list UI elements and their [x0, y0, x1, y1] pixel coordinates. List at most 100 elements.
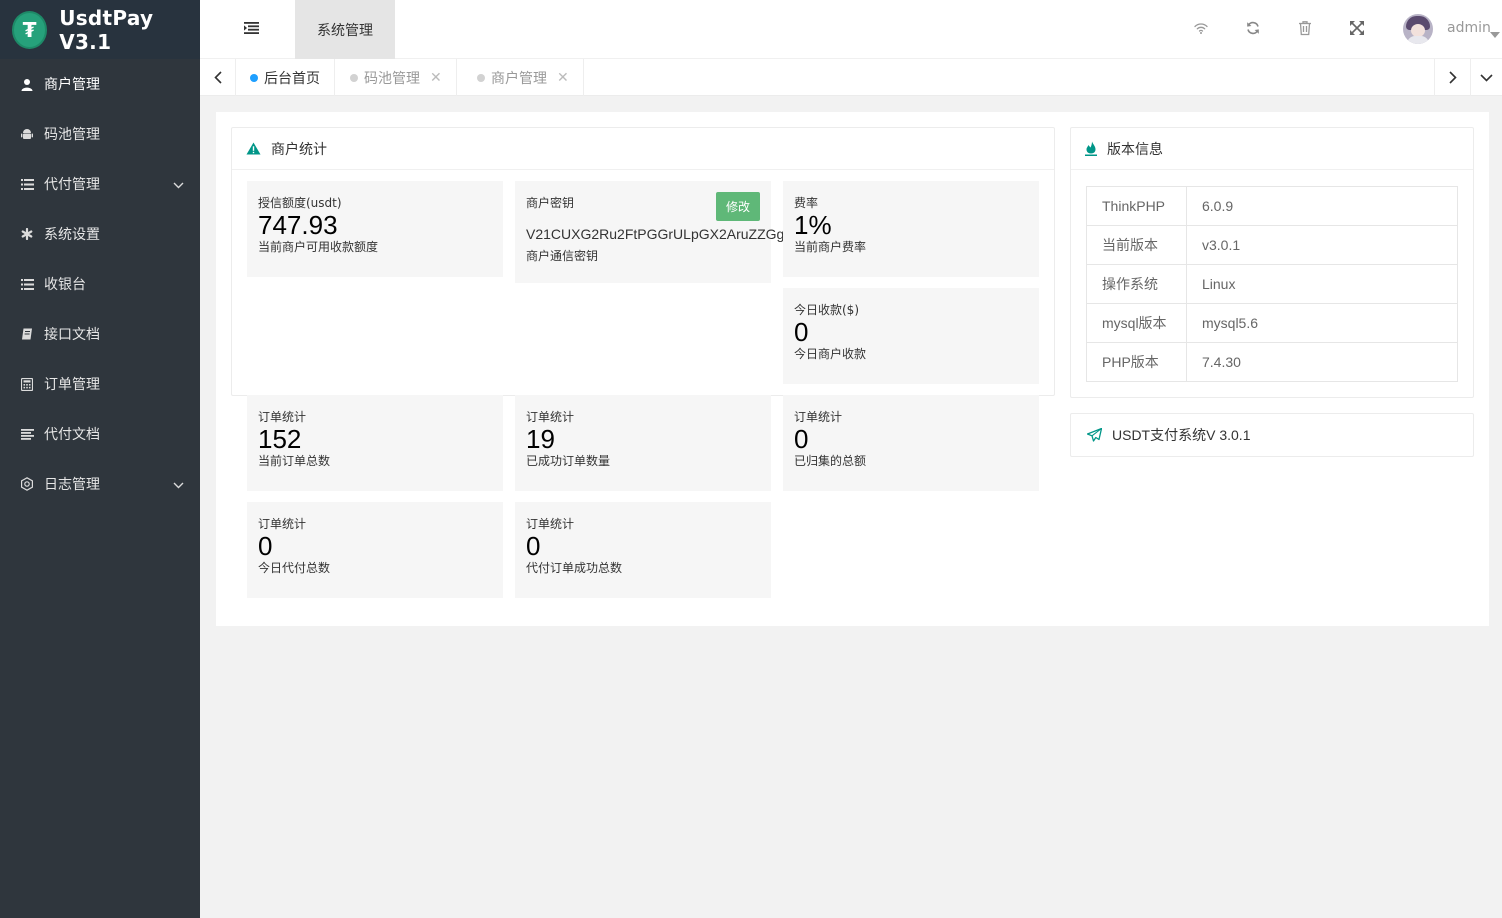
sidebar: ₮ UsdtPay V3.1 商户管理 码池管理 代付管理 系统设置 收银台 接… [0, 0, 200, 918]
tab-merchant[interactable]: 商户管理 ✕ [463, 59, 584, 96]
book-icon [20, 328, 34, 340]
caret-down-icon[interactable] [1490, 26, 1500, 42]
version-key: 当前版本 [1086, 225, 1187, 265]
edit-secret-button[interactable]: 修改 [716, 192, 760, 221]
settings-icon [20, 477, 34, 491]
sidebar-item-label: 代付文档 [44, 427, 100, 443]
tab-bar: 后台首页 码池管理 ✕ 商户管理 ✕ [200, 59, 1502, 96]
table-row: 操作系统 Linux [1086, 264, 1458, 304]
card-header: USDT支付系统V 3.0.1 [1071, 414, 1473, 456]
version-value: mysql5.6 [1186, 303, 1458, 343]
stat-value: 152 [258, 424, 302, 454]
stat-subtitle: 商户通信密钥 [526, 249, 599, 263]
wifi-icon[interactable] [1193, 20, 1209, 40]
stat-order-total: 订单统计 152 当前订单总数 [247, 395, 503, 491]
warning-icon [246, 142, 261, 155]
tab-scroll-right-button[interactable] [1434, 59, 1470, 96]
system-version-label: USDT支付系统V 3.0.1 [1112, 427, 1251, 443]
sidebar-item-cashier[interactable]: 收银台 [0, 259, 200, 309]
stat-title: 订单统计 [526, 517, 575, 531]
tab-scroll-left-button[interactable] [200, 59, 236, 96]
logo[interactable]: ₮ UsdtPay V3.1 [0, 0, 200, 59]
stat-title: 订单统计 [794, 410, 843, 424]
sidebar-item-label: 码池管理 [44, 127, 100, 143]
stat-order-success: 订单统计 19 已成功订单数量 [515, 395, 771, 491]
stat-today-income: 今日收款($) 0 今日商户收款 [783, 288, 1039, 384]
menu-toggle-icon[interactable] [244, 22, 259, 38]
card-header: 商户统计 [232, 128, 1054, 170]
version-table: ThinkPHP 6.0.9 当前版本 v3.0.1 操作系统 Linux mysql… [1086, 186, 1458, 382]
sidebar-item-code-pool[interactable]: 码池管理 [0, 109, 200, 159]
stat-title: 订单统计 [526, 410, 575, 424]
stat-value: 0 [526, 531, 541, 561]
sidebar-item-merchant[interactable]: 商户管理 [0, 59, 200, 109]
user-icon [20, 78, 34, 91]
sidebar-item-payout-docs[interactable]: 代付文档 [0, 409, 200, 459]
tab-label: 码池管理 [364, 70, 420, 87]
top-header: 系统管理 admin [200, 0, 1502, 59]
chevron-down-icon [173, 477, 184, 493]
close-icon[interactable]: ✕ [557, 70, 569, 86]
version-key: PHP版本 [1086, 342, 1187, 382]
stat-value: 0 [794, 317, 809, 347]
tab-label: 后台首页 [264, 70, 320, 87]
stat-value: 1% [794, 210, 832, 240]
version-key: 操作系统 [1086, 264, 1187, 304]
version-key: mysql版本 [1086, 303, 1187, 343]
android-icon [20, 128, 34, 141]
tab-status-dot [350, 73, 358, 82]
stat-payout-success: 订单统计 0 代付订单成功总数 [515, 502, 771, 598]
stat-subtitle: 当前商户可用收款额度 [258, 240, 379, 254]
merchant-secret-value: V21CUXG2Ru2FtPGGrULpGX2AruZZGg [526, 226, 785, 242]
tab-status-dot [477, 73, 485, 82]
tab-dropdown-button[interactable] [1470, 59, 1502, 96]
username[interactable]: admin [1447, 20, 1491, 36]
stat-title: 今日收款($) [794, 303, 859, 317]
tab-home[interactable]: 后台首页 [236, 59, 335, 96]
fullscreen-icon[interactable] [1349, 20, 1365, 40]
stat-value: 747.93 [258, 210, 338, 240]
version-value: 6.0.9 [1186, 186, 1458, 226]
sidebar-item-system-settings[interactable]: 系统设置 [0, 209, 200, 259]
asterisk-icon [20, 228, 34, 240]
calculator-icon [20, 377, 34, 391]
table-row: 当前版本 v3.0.1 [1086, 225, 1458, 265]
version-key: ThinkPHP [1086, 186, 1187, 226]
chevron-down-icon [173, 177, 184, 193]
sidebar-item-logs[interactable]: 日志管理 [0, 459, 200, 509]
tab-code-pool[interactable]: 码池管理 ✕ [336, 59, 457, 96]
stat-value: 0 [794, 424, 809, 454]
stat-title: 授信额度(usdt) [258, 196, 342, 210]
sidebar-item-api-docs[interactable]: 接口文档 [0, 309, 200, 359]
sidebar-item-label: 代付管理 [44, 177, 100, 193]
version-value: 7.4.30 [1186, 342, 1458, 382]
stat-title: 订单统计 [258, 410, 307, 424]
list-icon [20, 278, 34, 290]
version-info-card: 版本信息 ThinkPHP 6.0.9 当前版本 v3.0.1 操作系统 Linux … [1070, 127, 1474, 398]
stat-value: 0 [258, 531, 273, 561]
card-title: 版本信息 [1107, 141, 1163, 158]
tab-label: 商户管理 [491, 70, 547, 87]
sidebar-item-orders[interactable]: 订单管理 [0, 359, 200, 409]
avatar[interactable] [1403, 14, 1433, 44]
system-version-card: USDT支付系统V 3.0.1 [1070, 413, 1474, 457]
sidebar-item-label: 收银台 [44, 277, 86, 293]
close-icon[interactable]: ✕ [430, 70, 442, 86]
stat-title: 费率 [794, 196, 819, 210]
card-header: 版本信息 [1071, 128, 1473, 170]
chevron-right-icon [1448, 71, 1457, 84]
refresh-icon[interactable] [1245, 20, 1261, 40]
tether-logo-icon: ₮ [12, 10, 48, 49]
stat-merchant-secret: 商户密钥 修改 V21CUXG2Ru2FtPGGrULpGX2AruZZGg 商… [515, 181, 785, 283]
chevron-down-icon [1480, 73, 1493, 82]
sidebar-item-payout[interactable]: 代付管理 [0, 159, 200, 209]
version-value: v3.0.1 [1186, 225, 1458, 265]
trash-icon[interactable] [1297, 20, 1313, 40]
sidebar-item-label: 商户管理 [44, 77, 100, 93]
sidebar-menu: 商户管理 码池管理 代付管理 系统设置 收银台 接口文档 订单管理 代付文档 日… [0, 59, 200, 509]
header-menu-system[interactable]: 系统管理 [295, 0, 395, 59]
sidebar-item-label: 接口文档 [44, 327, 100, 343]
stat-order-collected: 订单统计 0 已归集的总额 [783, 395, 1039, 491]
sidebar-item-label: 订单管理 [44, 377, 100, 393]
stat-subtitle: 当前商户费率 [794, 240, 867, 254]
